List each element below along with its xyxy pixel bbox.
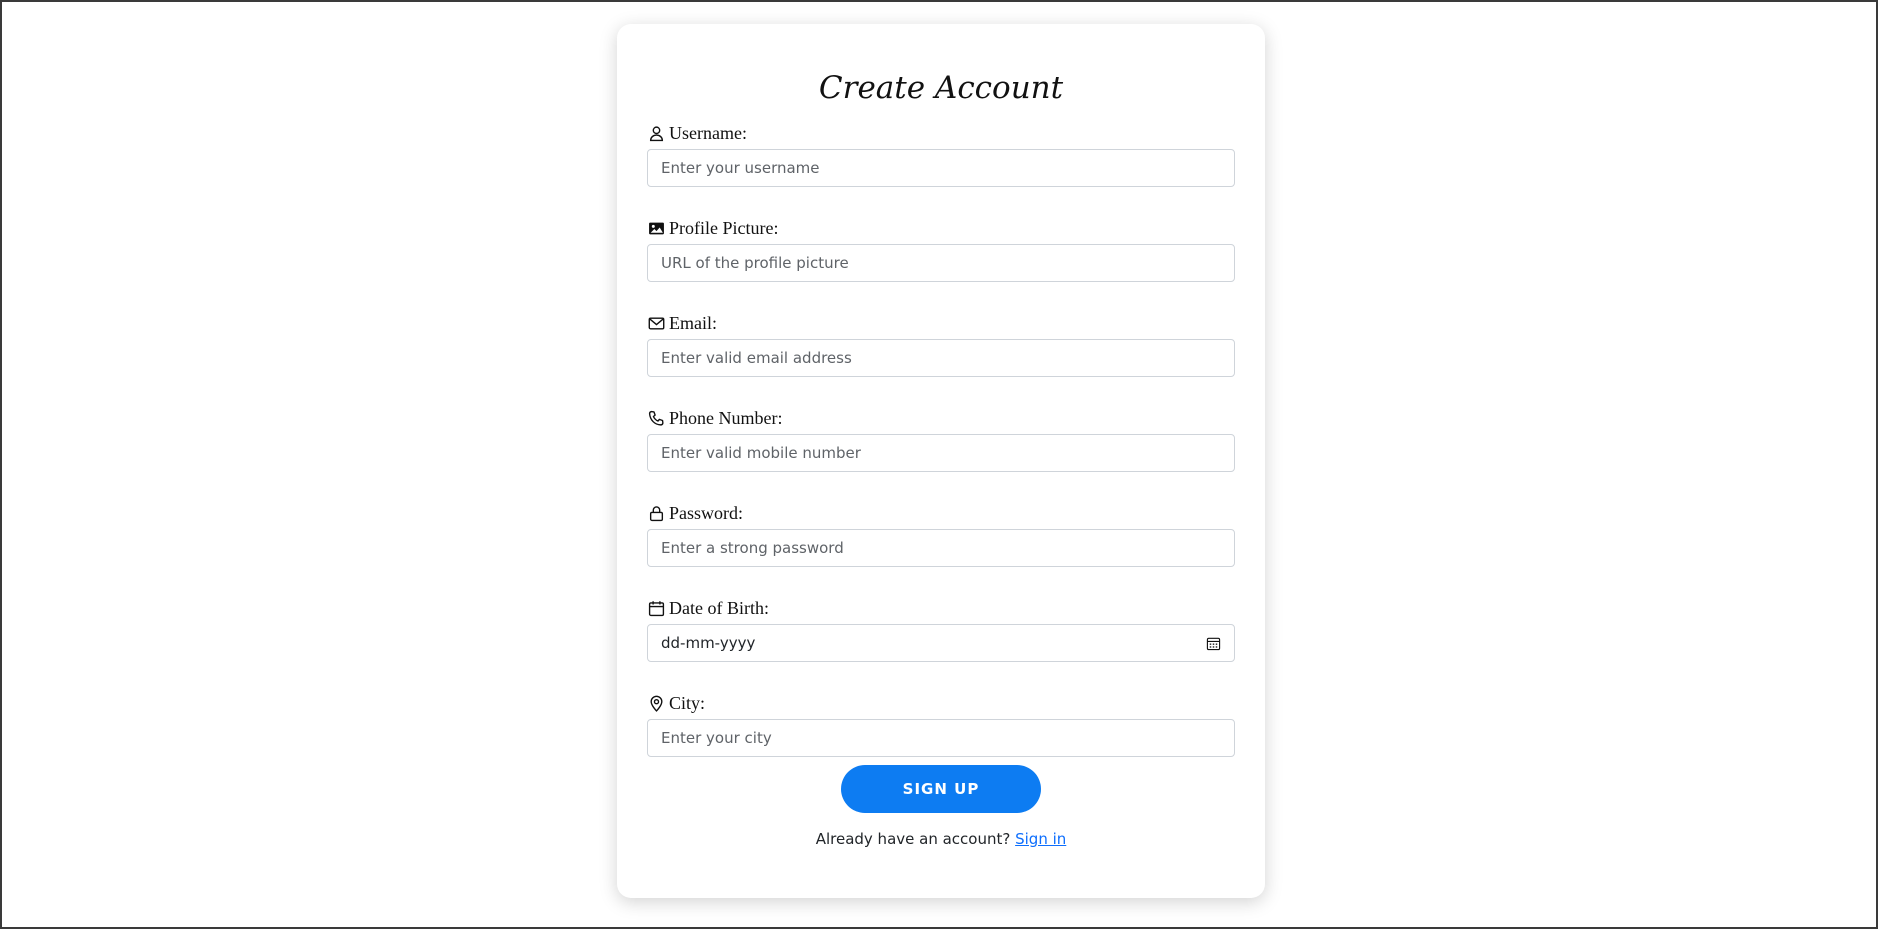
phone-label: Phone Number: [647, 406, 782, 430]
envelope-icon [647, 314, 665, 332]
page-background: Create Account Username: Enter your user… [2, 2, 1876, 927]
phone-icon [647, 409, 665, 427]
password-label: Password: [647, 501, 743, 525]
username-label: Username: [647, 121, 747, 145]
profile-picture-label-text: Profile Picture: [669, 217, 779, 238]
image-icon [647, 219, 665, 237]
username-input-box [647, 149, 1235, 187]
profile-picture-label: Profile Picture: [647, 216, 778, 240]
password-input[interactable] [648, 530, 1234, 566]
city-label: City: [647, 691, 705, 715]
email-label-text: Email: [669, 312, 717, 333]
signin-link[interactable]: Sign in [1015, 830, 1066, 848]
dob-value: dd-mm-yyyy [661, 634, 756, 652]
form-title: Create Account [818, 70, 1064, 106]
dob-input[interactable]: dd-mm-yyyy [647, 624, 1235, 662]
map-pin-icon [647, 694, 665, 712]
dob-label: Date of Birth: [647, 596, 769, 620]
password-input-box [647, 529, 1235, 567]
profile-picture-input-box [647, 244, 1235, 282]
profile-picture-input[interactable] [648, 245, 1234, 281]
phone-input-box [647, 434, 1235, 472]
user-icon [647, 124, 665, 142]
phone-label-text: Phone Number: [669, 407, 783, 428]
email-input-box [647, 339, 1235, 377]
city-input-box [647, 719, 1235, 757]
city-label-text: City: [669, 692, 706, 713]
dob-label-text: Date of Birth: [669, 597, 769, 618]
password-label-text: Password: [669, 502, 744, 523]
signup-button[interactable]: SIGN UP [841, 765, 1041, 813]
username-input[interactable] [648, 150, 1234, 186]
city-input[interactable] [648, 720, 1234, 756]
lock-icon [647, 504, 665, 522]
phone-input[interactable] [648, 435, 1234, 471]
email-label: Email: [647, 311, 717, 335]
calendar-icon [647, 599, 665, 617]
username-label-text: Username: [669, 122, 747, 143]
signin-prompt-text: Already have an account? [815, 830, 1011, 848]
signup-card: Create Account Username: Enter your user… [617, 24, 1265, 898]
signin-prompt-row: Already have an account? Sign in [617, 830, 1265, 848]
email-input[interactable] [648, 340, 1234, 376]
calendar-picker-icon[interactable] [1204, 634, 1222, 652]
